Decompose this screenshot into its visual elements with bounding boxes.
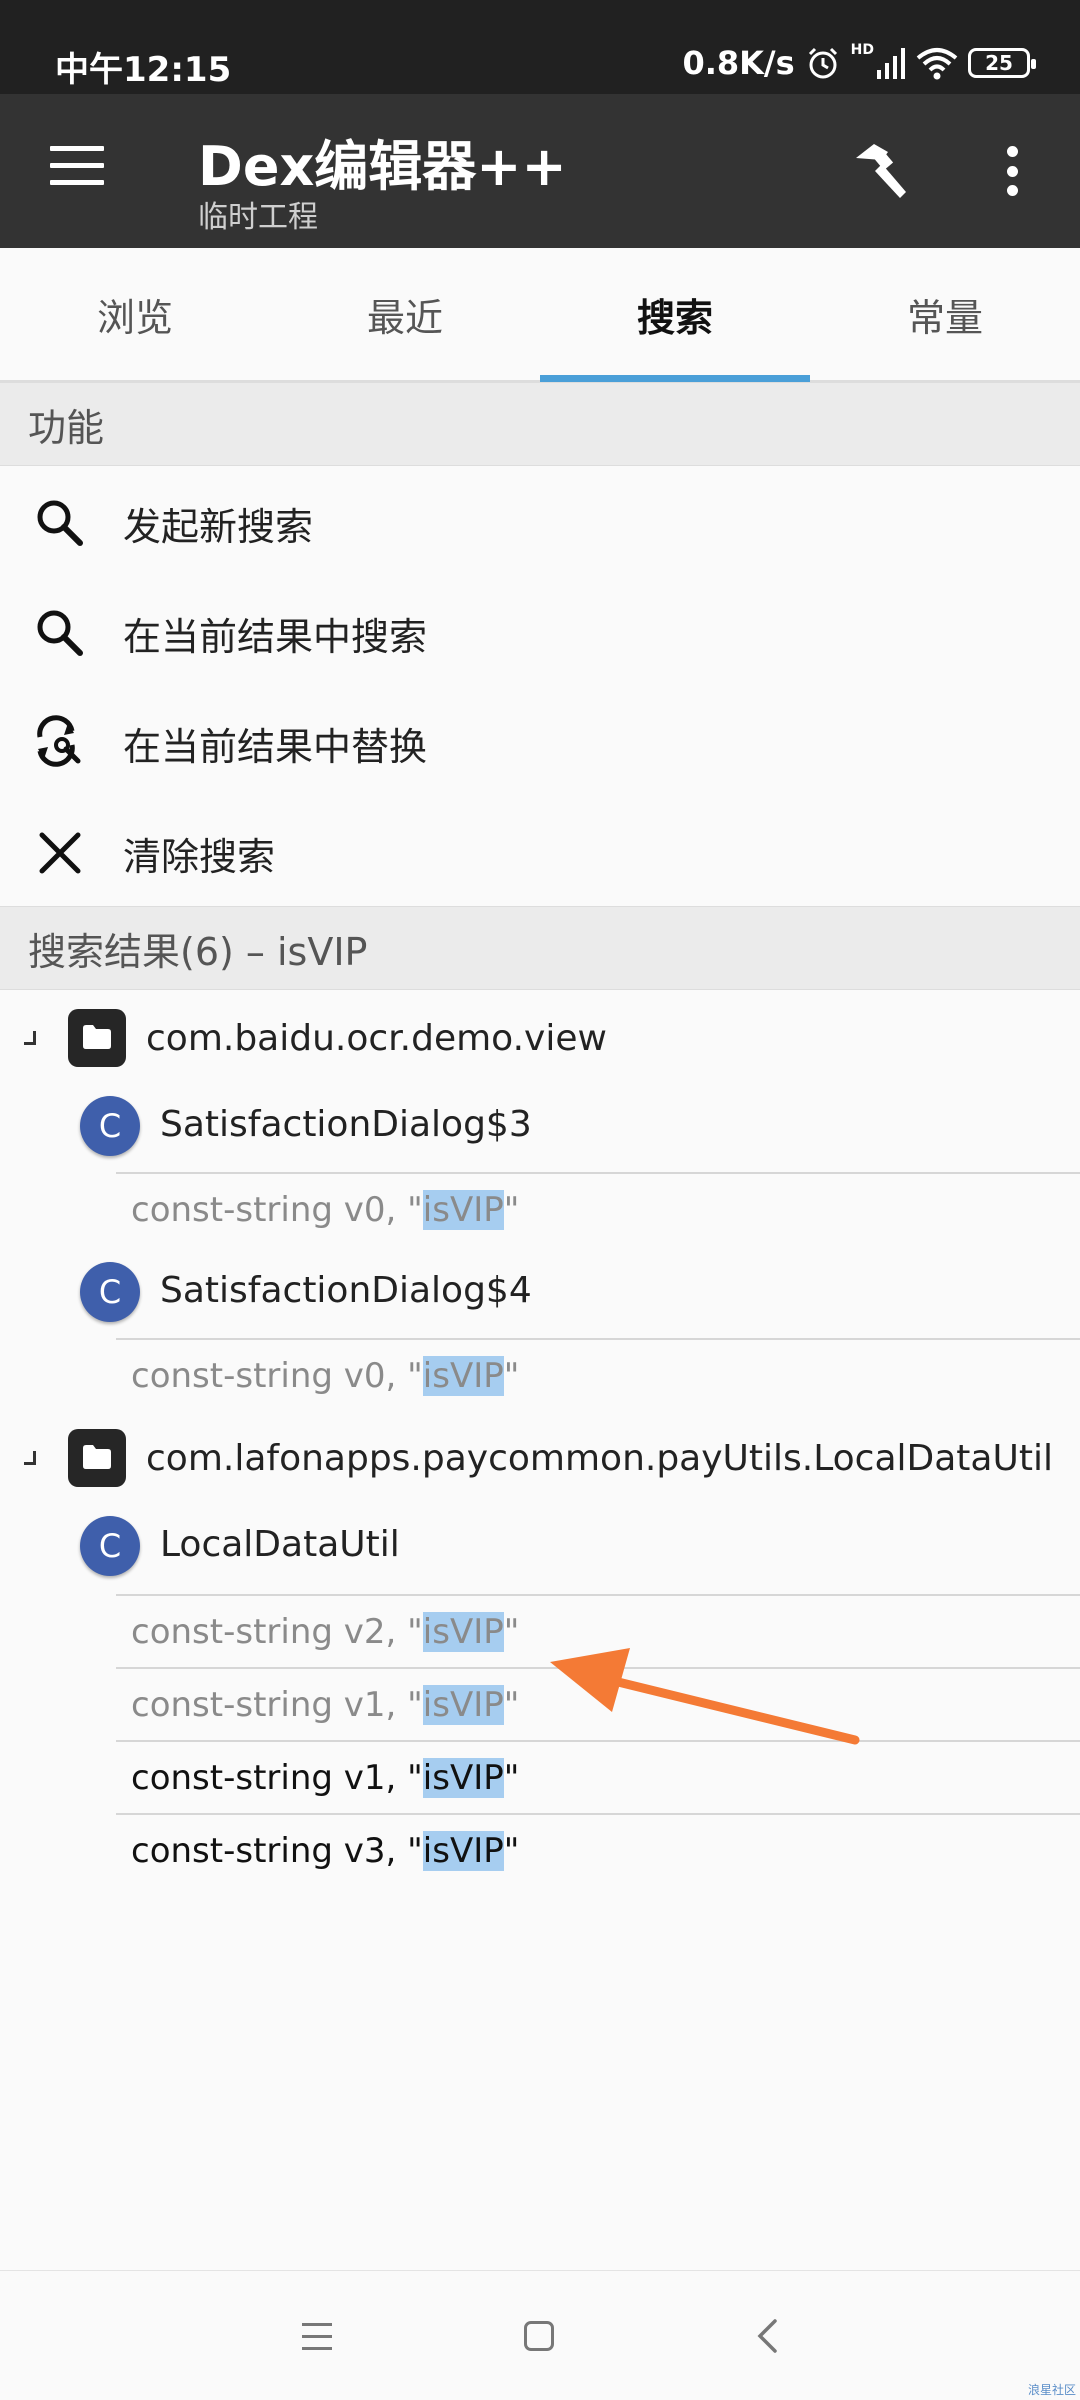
tab-browse[interactable]: 浏览 — [0, 248, 270, 380]
expander-icon[interactable] — [24, 1031, 36, 1045]
new-search-label: 发起新搜索 — [123, 504, 314, 549]
app-toolbar: Dex编辑器++ 临时工程 — [0, 94, 1080, 248]
recent-apps-icon[interactable] — [302, 2323, 332, 2351]
match-prefix: const-string v0, " — [131, 1355, 423, 1396]
match-suffix: " — [503, 1830, 520, 1871]
class-name: SatisfactionDialog$4 — [160, 1270, 532, 1311]
package-name: com.baidu.ocr.demo.view — [146, 1017, 607, 1059]
package-row[interactable]: com.lafonapps.paycommon.payUtils.LocalDa… — [0, 1416, 1080, 1500]
net-speed: 0.8K/s — [682, 44, 795, 82]
match-row[interactable]: const-string v3, " isVIP " — [116, 1813, 1080, 1886]
class-row[interactable]: C SatisfactionDialog$3 — [0, 1082, 1080, 1172]
match-suffix: " — [503, 1355, 520, 1396]
status-bar: 中午12:15 0.8K/s HD 25 — [0, 0, 1080, 94]
status-time: 中午12:15 — [55, 50, 232, 90]
search-in-results-item[interactable]: 在当前结果中搜索 — [0, 578, 1080, 688]
match-prefix: const-string v1, " — [131, 1684, 423, 1725]
app-title: Dex编辑器++ — [198, 135, 567, 198]
clear-search-label: 清除搜索 — [123, 834, 276, 879]
match-row[interactable]: const-string v0, " isVIP " — [116, 1338, 1080, 1411]
match-highlight: isVIP — [422, 1684, 504, 1725]
match-row[interactable]: const-string v1, " isVIP " — [116, 1740, 1080, 1813]
project-subtitle: 临时工程 — [198, 200, 318, 235]
match-prefix: const-string v0, " — [131, 1189, 423, 1230]
status-indicators: 0.8K/s HD 25 — [682, 38, 1036, 88]
match-prefix: const-string v1, " — [131, 1757, 423, 1798]
class-badge: C — [80, 1096, 140, 1156]
folder-icon — [68, 1009, 126, 1067]
functions-header: 功能 — [0, 382, 1080, 466]
folder-icon — [68, 1429, 126, 1487]
match-prefix: const-string v3, " — [131, 1830, 423, 1871]
replace-in-results-label: 在当前结果中替换 — [123, 724, 428, 769]
class-badge: C — [80, 1516, 140, 1576]
battery-icon: 25 — [968, 48, 1036, 78]
match-suffix: " — [503, 1684, 520, 1725]
tab-constants[interactable]: 常量 — [810, 248, 1080, 380]
package-row[interactable]: com.baidu.ocr.demo.view — [0, 996, 1080, 1080]
match-highlight: isVIP — [422, 1757, 504, 1798]
alarm-icon — [808, 47, 837, 79]
class-name: LocalDataUtil — [160, 1524, 400, 1565]
class-row[interactable]: C SatisfactionDialog$4 — [0, 1248, 1080, 1338]
match-suffix: " — [503, 1611, 520, 1652]
class-row[interactable]: C LocalDataUtil — [0, 1502, 1080, 1592]
more-vertical-icon[interactable] — [1000, 146, 1024, 196]
results-header: 搜索结果(6) – isVIP — [0, 906, 1080, 990]
back-icon[interactable] — [755, 2319, 779, 2353]
clear-search-item[interactable]: 清除搜索 — [0, 798, 1080, 908]
search-icon — [37, 610, 83, 656]
search-icon — [37, 500, 83, 546]
match-suffix: " — [503, 1189, 520, 1230]
match-highlight: isVIP — [422, 1355, 504, 1396]
replace-icon — [37, 715, 81, 767]
new-search-item[interactable]: 发起新搜索 — [0, 468, 1080, 578]
expander-icon[interactable] — [24, 1451, 36, 1465]
class-badge: C — [80, 1262, 140, 1322]
match-highlight: isVIP — [422, 1611, 504, 1652]
watermark: 浪星社区 — [1027, 2383, 1076, 2397]
network-badge: HD — [850, 42, 874, 58]
wifi-icon — [916, 48, 958, 80]
match-row[interactable]: const-string v0, " isVIP " — [116, 1172, 1080, 1245]
menu-icon[interactable] — [50, 146, 104, 186]
navigation-bar: 浪星社区 — [0, 2270, 1080, 2400]
tab-bar: 浏览 最近 搜索 常量 — [0, 248, 1080, 382]
match-highlight: isVIP — [422, 1830, 504, 1871]
class-name: SatisfactionDialog$3 — [160, 1104, 532, 1145]
package-name: com.lafonapps.paycommon.payUtils.LocalDa… — [146, 1437, 1053, 1479]
match-suffix: " — [503, 1757, 520, 1798]
match-highlight: isVIP — [422, 1189, 504, 1230]
tab-recent[interactable]: 最近 — [270, 248, 540, 380]
hammer-icon[interactable] — [852, 140, 914, 202]
match-prefix: const-string v2, " — [131, 1611, 423, 1652]
close-icon — [39, 832, 81, 874]
tab-search[interactable]: 搜索 — [540, 248, 810, 382]
signal-icon — [877, 48, 905, 79]
annotation-arrow-icon — [550, 1648, 860, 1745]
search-in-results-label: 在当前结果中搜索 — [123, 614, 428, 659]
replace-in-results-item[interactable]: 在当前结果中替换 — [0, 688, 1080, 798]
home-icon[interactable] — [524, 2321, 554, 2351]
